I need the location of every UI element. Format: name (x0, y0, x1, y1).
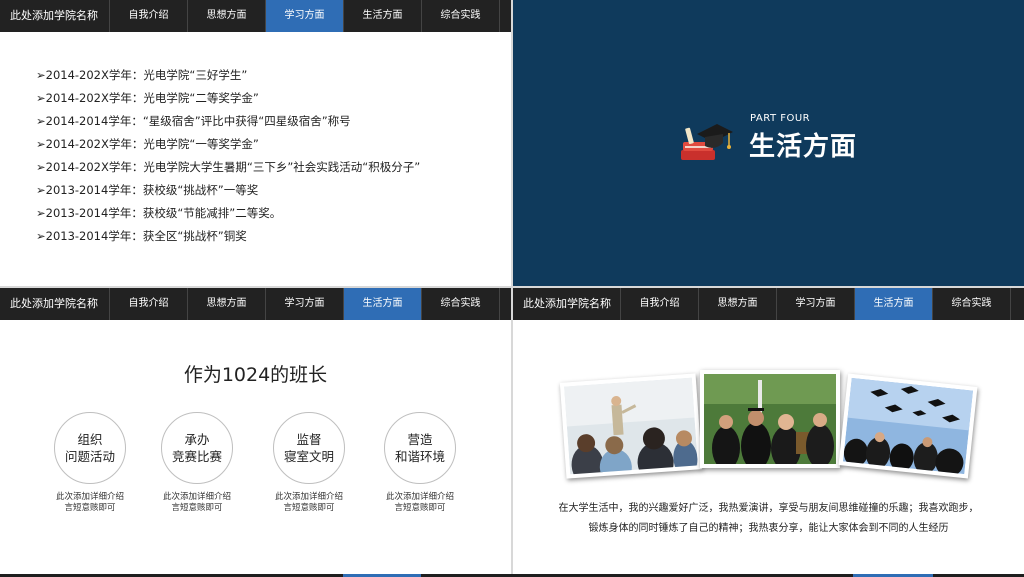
role-line1: 营造 (407, 432, 433, 447)
award-item: ➢2014-202X学年：光电学院“二等奖学金” (36, 91, 259, 105)
top-nav: 此处添加学院名称 自我介绍 思想方面 学习方面 生活方面 综合实践 (0, 0, 511, 32)
tab-thought[interactable]: 思想方面 (188, 288, 266, 320)
role-circle: 监督 寝室文明 (273, 412, 345, 484)
tab-life[interactable]: 生活方面 (855, 288, 933, 320)
role-card: 组织 问题活动 此次添加详细介绍 言短意赅即可 (50, 412, 130, 514)
slide-monitor-role[interactable]: 此处添加学院名称 自我介绍 思想方面 学习方面 生活方面 综合实践 作为1024… (0, 288, 511, 574)
role-desc-line2: 言短意赅即可 (64, 503, 116, 513)
tab-practice[interactable]: 综合实践 (422, 0, 500, 32)
slide-life-photos[interactable]: 此处添加学院名称 自我介绍 思想方面 学习方面 生活方面 综合实践 在大学生活中… (513, 288, 1024, 574)
tab-self-intro[interactable]: 自我介绍 (621, 288, 699, 320)
role-card: 营造 和谐环境 此次添加详细介绍 言短意赅即可 (380, 412, 460, 514)
role-line1: 承办 (184, 432, 210, 447)
role-line1: 组织 (77, 432, 103, 447)
award-item: ➢2014-2014学年：“星级宿舍”评比中获得“四星级宿舍”称号 (36, 114, 351, 128)
role-circle: 承办 竞赛比赛 (161, 412, 233, 484)
tab-practice[interactable]: 综合实践 (422, 288, 500, 320)
role-card: 承办 竞赛比赛 此次添加详细介绍 言短意赅即可 (157, 412, 237, 514)
role-line2: 竞赛比赛 (171, 449, 222, 464)
role-desc: 此次添加详细介绍 言短意赅即可 (50, 492, 130, 514)
role-desc-line1: 此次添加详细介绍 (274, 492, 343, 502)
role-line1: 监督 (296, 432, 322, 447)
tab-life[interactable]: 生活方面 (344, 288, 422, 320)
nav-brand[interactable]: 此处添加学院名称 (0, 288, 110, 320)
role-line2: 和谐环境 (394, 449, 445, 464)
photo-lecture (559, 373, 703, 479)
role-desc-line1: 此次添加详细介绍 (162, 492, 231, 502)
part-label: PART FOUR (750, 113, 811, 124)
role-desc-line2: 言短意赅即可 (283, 503, 335, 513)
graduation-books-icon (681, 124, 733, 160)
role-circle: 营造 和谐环境 (384, 412, 456, 484)
tab-life[interactable]: 生活方面 (344, 0, 422, 32)
role-desc-line1: 此次添加详细介绍 (385, 492, 454, 502)
top-nav: 此处添加学院名称 自我介绍 思想方面 学习方面 生活方面 综合实践 (0, 288, 511, 320)
tab-thought[interactable]: 思想方面 (188, 0, 266, 32)
photo-graduation-stage (700, 370, 840, 468)
slide-part-four[interactable]: PART FOUR 生活方面 (513, 0, 1024, 286)
role-desc-line2: 言短意赅即可 (171, 503, 223, 513)
award-item: ➢2014-202X学年：光电学院“一等奖学金” (36, 137, 259, 151)
tab-thought[interactable]: 思想方面 (699, 288, 777, 320)
role-line2: 问题活动 (64, 449, 115, 464)
top-nav: 此处添加学院名称 自我介绍 思想方面 学习方面 生活方面 综合实践 (513, 288, 1024, 320)
section-title: 作为1024的班长 (183, 364, 328, 386)
role-desc: 此次添加详细介绍 言短意赅即可 (269, 492, 349, 514)
role-desc: 此次添加详细介绍 言短意赅即可 (380, 492, 460, 514)
role-card: 监督 寝室文明 此次添加详细介绍 言短意赅即可 (269, 412, 349, 514)
award-item: ➢2013-2014学年：获全区“挑战杯”铜奖 (36, 229, 247, 243)
life-description: 在大学生活中，我的兴趣爱好广泛，我热爱演讲，享受与朋友间思维碰撞的乐趣；我喜欢跑… (533, 499, 1004, 539)
award-item: ➢2013-2014学年：获校级“节能减排”二等奖。 (36, 206, 282, 220)
role-desc: 此次添加详细介绍 言短意赅即可 (157, 492, 237, 514)
role-line2: 寝室文明 (283, 449, 334, 464)
nav-brand[interactable]: 此处添加学院名称 (0, 0, 110, 32)
role-desc-line1: 此次添加详细介绍 (55, 492, 124, 502)
tab-self-intro[interactable]: 自我介绍 (110, 0, 188, 32)
role-desc-line2: 言短意赅即可 (394, 503, 446, 513)
life-description-line1: 在大学生活中，我的兴趣爱好广泛，我热爱演讲，享受与朋友间思维碰撞的乐趣；我喜欢跑… (558, 503, 979, 514)
tab-self-intro[interactable]: 自我介绍 (110, 288, 188, 320)
tab-study[interactable]: 学习方面 (266, 0, 344, 32)
tab-study[interactable]: 学习方面 (777, 288, 855, 320)
photo-caps-toss (838, 373, 978, 479)
slide-study-awards[interactable]: 此处添加学院名称 自我介绍 思想方面 学习方面 生活方面 综合实践 ➢2014-… (0, 0, 511, 286)
nav-brand[interactable]: 此处添加学院名称 (513, 288, 621, 320)
role-circle: 组织 问题活动 (54, 412, 126, 484)
part-title: 生活方面 (749, 132, 858, 162)
award-item: ➢2014-202X学年：光电学院大学生暑期“三下乡”社会实践活动“积极分子” (36, 160, 421, 174)
awards-list: ➢2014-202X学年：光电学院“三好学生” ➢2014-202X学年：光电学… (36, 64, 420, 248)
award-item: ➢2014-202X学年：光电学院“三好学生” (36, 68, 248, 82)
tab-study[interactable]: 学习方面 (266, 288, 344, 320)
award-item: ➢2013-2014学年：获校级“挑战杯”一等奖 (36, 183, 259, 197)
tab-practice[interactable]: 综合实践 (933, 288, 1011, 320)
life-description-line2: 锻炼身体的同时锤炼了自己的精神；我热衷分享，能让大家体会到不同的人生经历 (588, 523, 949, 534)
